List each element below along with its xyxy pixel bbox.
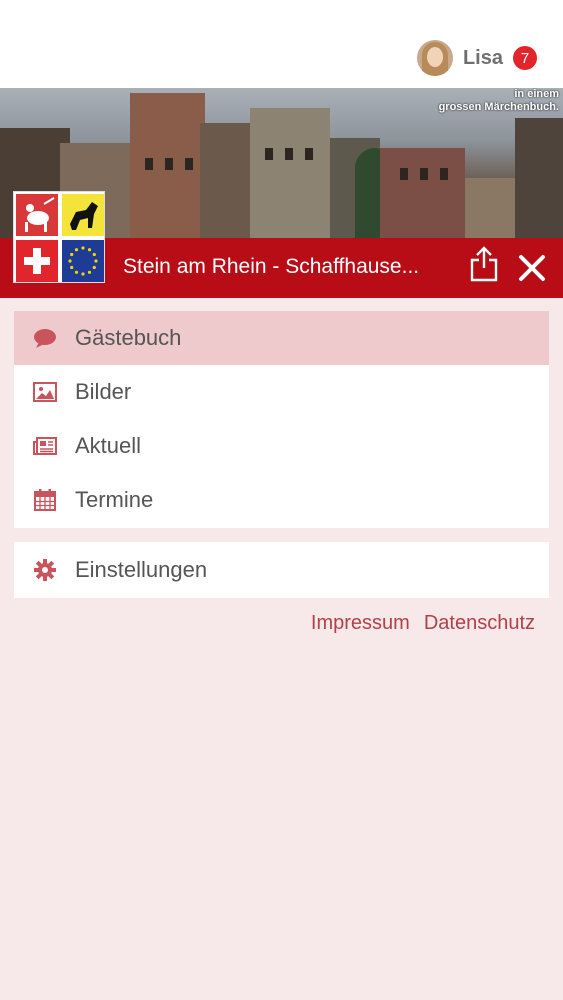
menu-item-bilder[interactable]: Bilder [14, 365, 549, 419]
username[interactable]: Lisa [463, 47, 503, 70]
top-bar: Lisa 7 [0, 0, 563, 88]
menu-item-termine[interactable]: Termine [14, 473, 549, 527]
avatar[interactable] [416, 40, 453, 76]
calendar-icon [34, 489, 56, 511]
speech-bubble-icon [34, 329, 56, 348]
coat-of-arms-logo [13, 191, 105, 283]
user-profile[interactable]: Lisa 7 [416, 40, 537, 76]
page-title: Stein am Rhein - Schaffhause... [123, 255, 420, 278]
datenschutz-link[interactable]: Datenschutz [424, 612, 535, 635]
menu-item-label: Aktuell [75, 433, 142, 458]
share-icon[interactable] [469, 246, 499, 282]
menu-item-label: Einstellungen [75, 557, 208, 582]
menu-item-einstellungen[interactable]: Einstellungen [14, 543, 549, 597]
hero-caption: in einem grossen Märchenbuch. [438, 88, 559, 113]
image-icon [33, 382, 57, 402]
footer-links: Impressum Datenschutz [311, 612, 535, 635]
newspaper-icon [33, 437, 57, 455]
menu-item-label: Gästebuch [75, 325, 182, 350]
settings-menu: Einstellungen [14, 542, 549, 598]
swiss-flag-icon [16, 240, 58, 282]
gear-icon [34, 559, 56, 581]
notification-badge[interactable]: 7 [513, 46, 537, 70]
canton-flag-icon [16, 194, 58, 236]
ram-flag-icon [62, 194, 104, 236]
menu-item-label: Bilder [75, 379, 132, 404]
menu-item-label: Termine [75, 487, 154, 512]
close-icon[interactable] [518, 254, 546, 282]
menu-item-gaestebuch[interactable]: Gästebuch [14, 311, 549, 365]
main-menu: Gästebuch Bilder Aktuell Termine [14, 311, 549, 528]
impressum-link[interactable]: Impressum [311, 612, 410, 635]
eu-flag-icon [62, 240, 104, 282]
menu-item-aktuell[interactable]: Aktuell [14, 419, 549, 473]
